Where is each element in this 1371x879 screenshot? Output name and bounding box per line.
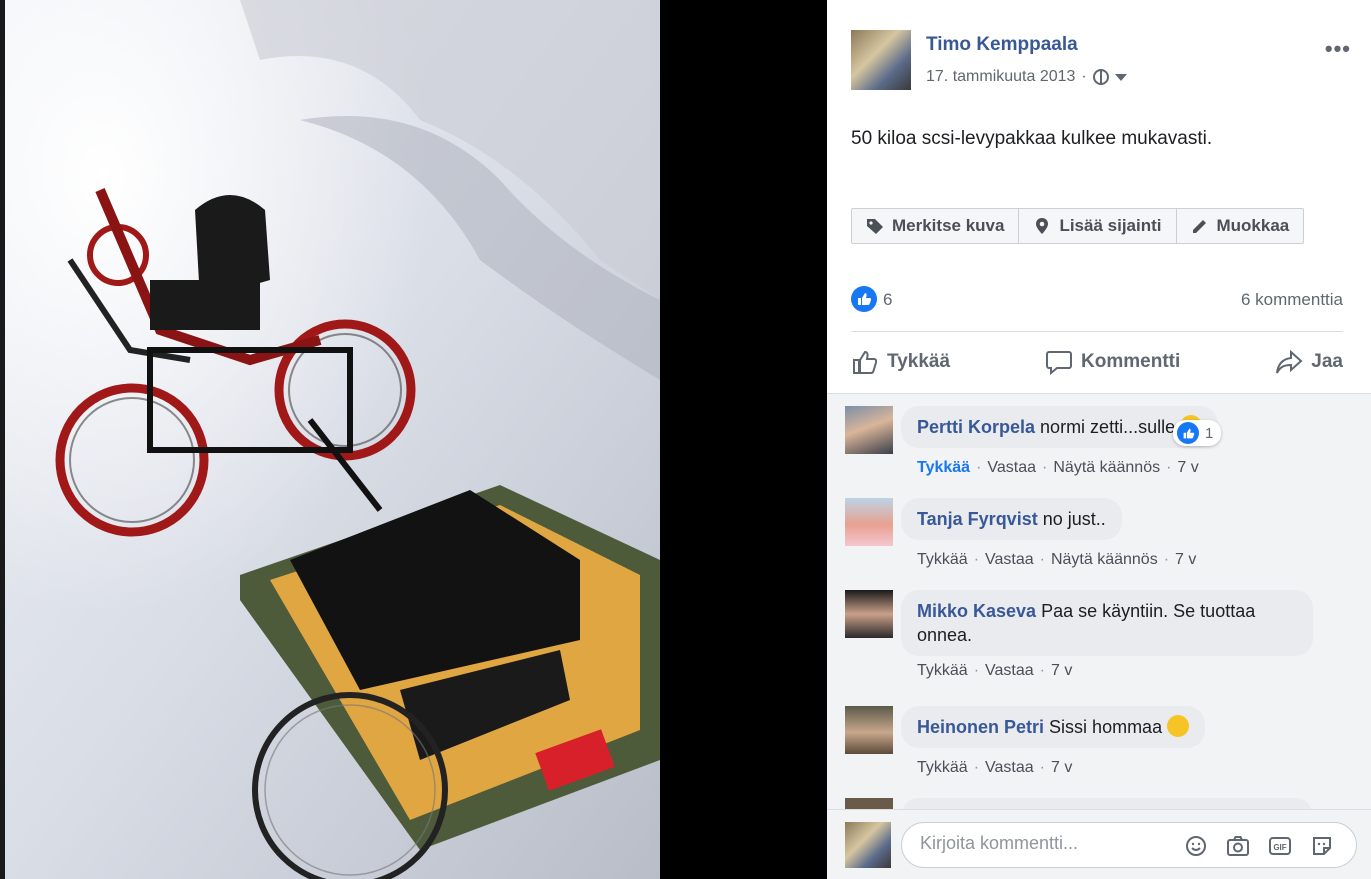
commenter-avatar[interactable] xyxy=(845,798,893,809)
comment-reactions[interactable]: 1 xyxy=(1173,420,1222,446)
comment-reply-link[interactable]: Vastaa xyxy=(987,459,1036,477)
comment-like-link[interactable]: Tykkää xyxy=(917,759,968,777)
comment-text: normi zetti...sulle xyxy=(1040,417,1176,437)
user-avatar xyxy=(845,822,891,868)
like-reaction-icon[interactable] xyxy=(851,286,877,312)
reaction-count[interactable]: 6 xyxy=(883,290,892,310)
more-options-button[interactable]: ••• xyxy=(1325,36,1351,62)
share-button[interactable]: Jaa xyxy=(1275,348,1343,376)
commenter-name[interactable]: Tanja Fyrqvist xyxy=(917,509,1038,529)
comment-time[interactable]: 7 v xyxy=(1177,459,1198,477)
comment-reply-link[interactable]: Vastaa xyxy=(985,551,1034,569)
commenter-avatar[interactable] xyxy=(845,706,893,754)
post-text: 50 kiloa scsi-levypakkaa kulkee mukavast… xyxy=(851,128,1213,149)
comment-bubble: Mikko Kaseva Paa se käyntiin. Se tuottaa… xyxy=(901,590,1313,656)
like-reaction-icon xyxy=(1177,422,1199,444)
commenter-avatar[interactable] xyxy=(845,406,893,454)
comment-count[interactable]: 6 kommenttia xyxy=(1241,290,1343,310)
comment-reaction-count: 1 xyxy=(1205,424,1214,442)
comment-actions: Tykkää · Vastaa · 7 v xyxy=(917,759,1073,777)
location-pin-icon xyxy=(1036,218,1049,234)
comment-time[interactable]: 7 v xyxy=(1051,662,1072,680)
share-icon xyxy=(1276,349,1303,374)
author-avatar[interactable] xyxy=(851,30,911,90)
comment-like-link[interactable]: Tykkää xyxy=(917,551,968,569)
svg-text:GIF: GIF xyxy=(1273,843,1286,852)
meta-separator: · xyxy=(1081,68,1087,85)
emoji-icon[interactable] xyxy=(1184,834,1208,858)
comments-list: Pertti Korpela normi zetti...sulle 1 Tyk… xyxy=(827,394,1371,809)
comment-bubble: Tanja Fyrqvist no just.. xyxy=(901,498,1122,540)
comment: Tanja Fyrqvist no just.. Tykkää · Vastaa ·… xyxy=(845,498,1345,578)
chevron-down-icon[interactable] xyxy=(1114,73,1127,81)
comment-input-box[interactable]: GIF xyxy=(901,822,1357,868)
edit-label: Muokkaa xyxy=(1216,216,1290,235)
gif-icon[interactable]: GIF xyxy=(1268,834,1292,858)
share-label: Jaa xyxy=(1311,351,1343,372)
photo-image xyxy=(0,0,660,879)
sticker-icon[interactable] xyxy=(1310,834,1334,858)
post-panel: Timo Kemppaala 17. tammikuuta 2013 · •••… xyxy=(827,0,1371,879)
post-photo[interactable] xyxy=(0,0,660,879)
post-header: Timo Kemppaala 17. tammikuuta 2013 · ••• xyxy=(851,30,1361,90)
show-translation-link[interactable]: Näytä käännös xyxy=(1051,551,1158,569)
comment-like-link[interactable]: Tykkää xyxy=(917,662,968,680)
comment-actions: Tykkää · Vastaa · Näytä käännös · 7 v xyxy=(917,459,1199,477)
comment-actions: Tykkää · Vastaa · 7 v xyxy=(917,662,1073,680)
photo-viewer: Timo Kemppaala 17. tammikuuta 2013 · •••… xyxy=(0,0,1371,879)
tag-photo-label: Merkitse kuva xyxy=(892,216,1005,235)
comment-text: no just.. xyxy=(1042,509,1106,529)
comment-text-continued: onnea. xyxy=(917,625,973,645)
tag-photo-button[interactable]: Merkitse kuva xyxy=(852,209,1020,243)
comment-time[interactable]: 7 v xyxy=(1051,759,1072,777)
thumbs-up-icon xyxy=(853,350,878,374)
globe-icon[interactable] xyxy=(1092,69,1109,85)
commenter-avatar[interactable] xyxy=(845,590,893,638)
comment-input[interactable] xyxy=(920,833,1160,854)
reactions-summary: 6 6 kommenttia xyxy=(851,286,1343,332)
post-date[interactable]: 17. tammikuuta 2013 xyxy=(926,68,1075,86)
photo-actions-bar: Merkitse kuva Lisää sijainti Muokkaa xyxy=(851,208,1305,244)
author-name[interactable]: Timo Kemppaala xyxy=(926,34,1078,56)
add-location-button[interactable]: Lisää sijainti xyxy=(1019,209,1177,243)
pencil-icon xyxy=(1192,220,1206,233)
post-meta: 17. tammikuuta 2013 · xyxy=(926,68,1127,86)
comment-bubble: Pertti Korpela normi zetti...sulle xyxy=(901,406,1219,448)
comment-like-link[interactable]: Tykkää xyxy=(917,459,970,477)
like-button[interactable]: Tykkää xyxy=(851,348,950,376)
commenter-name[interactable]: Heinonen Petri xyxy=(917,717,1044,737)
commenter-avatar[interactable] xyxy=(845,498,893,546)
comment-label: Kommentti xyxy=(1081,351,1181,372)
comment-reply-link[interactable]: Vastaa xyxy=(985,759,1034,777)
comment-actions: Tykkää · Vastaa · Näytä käännös · 7 v xyxy=(917,551,1197,569)
comment-text: Paa se käyntiin. Se tuottaa xyxy=(1041,601,1256,621)
edit-button[interactable]: Muokkaa xyxy=(1177,209,1304,243)
post-actions: Tykkää Kommentti Jaa xyxy=(851,340,1343,384)
commenter-name[interactable]: Mikko Kaseva xyxy=(917,601,1036,621)
comment-time[interactable]: 7 v xyxy=(1175,551,1196,569)
tag-icon xyxy=(867,219,883,234)
comment-button[interactable]: Kommentti xyxy=(1045,348,1180,376)
comment-icon xyxy=(1046,351,1073,376)
comment: Mikko Kaseva Paa se käyntiin. Se tuottaa… xyxy=(845,590,1345,690)
comment-bubble: Heinonen Petri Sissi hommaa xyxy=(901,706,1206,748)
comment-text: Sissi hommaa xyxy=(1049,717,1163,737)
comment-reply-link[interactable]: Vastaa xyxy=(985,662,1034,680)
comment-bubble xyxy=(901,798,1313,809)
commenter-name[interactable]: Pertti Korpela xyxy=(917,417,1035,437)
camera-icon[interactable] xyxy=(1226,834,1250,858)
comment: Pertti Korpela normi zetti...sulle 1 Tyk… xyxy=(845,406,1345,486)
comment-partial xyxy=(845,798,1345,809)
add-location-label: Lisää sijainti xyxy=(1059,216,1162,235)
like-label: Tykkää xyxy=(887,351,951,372)
show-translation-link[interactable]: Näytä käännös xyxy=(1053,459,1160,477)
smile-emoji-icon xyxy=(1167,715,1190,737)
comment: Heinonen Petri Sissi hommaa Tykkää · Vast… xyxy=(845,706,1345,786)
comment-composer: GIF xyxy=(827,809,1371,879)
